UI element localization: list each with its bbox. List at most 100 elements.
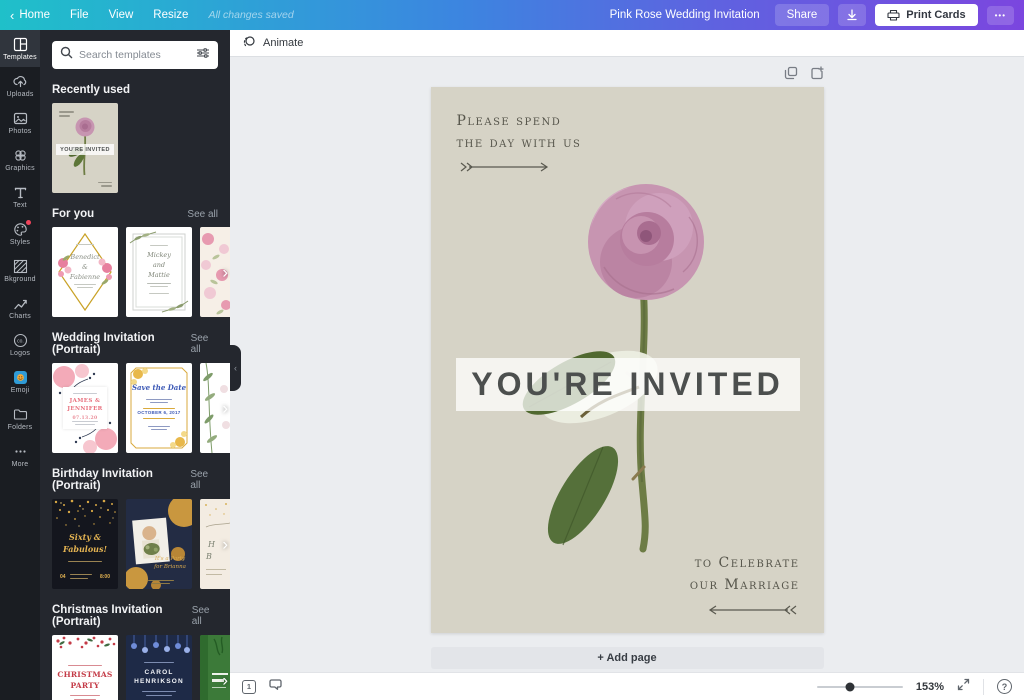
invitation-top-text[interactable]: Please spend the day with us [457,111,582,154]
template-thumb-carol-henrikson[interactable]: CAROL HENRIKSON [126,635,192,700]
more-options-button[interactable]: ••• [987,6,1014,25]
sidebar-item-more[interactable]: More [0,437,40,474]
template-thumb-save-the-date[interactable]: Save the Date OCTOBER 6, 2017 [126,363,192,453]
section-birthday: Birthday Invitation (Portrait) See all [52,468,218,492]
arrow-left-ornament-icon[interactable] [703,603,798,621]
arrow-right-ornament-icon[interactable] [459,160,554,178]
download-button[interactable] [838,4,866,26]
sidebar-item-background[interactable]: Bkground [0,252,40,289]
rail-label: Logos [10,350,30,357]
text-icon [13,185,28,200]
template-thumb-pink-rose[interactable]: YOU'RE INVITED [52,103,118,193]
design-page[interactable]: Please spend the day with us YOU'RE INVI… [431,87,824,633]
search-box[interactable] [52,41,218,69]
mini-date: OCTOBER 6, 2017 [126,410,192,415]
zoom-level[interactable]: 153% [916,681,944,693]
birthday-row: Sixty & Fabulous! 04 8:00 [40,499,230,589]
search-input[interactable] [79,49,190,61]
sidebar-item-text[interactable]: Text [0,178,40,215]
templates-panel: Recently used YOU'RE INVITED [40,30,230,700]
page-actions [431,66,824,81]
mini-title: CAROL HENRIKSON [126,668,192,687]
sidebar-item-styles[interactable]: Styles [0,215,40,252]
page-manager-button[interactable]: 1 [242,680,256,694]
editor-main: Animate [230,30,1024,700]
status-bar: 1 153% ? [230,672,1024,700]
template-thumb-partial-green[interactable] [200,635,230,700]
template-thumb-brianna[interactable]: It's a Party for Brianna [126,499,192,589]
carousel-next-button[interactable]: › [222,536,228,553]
home-button[interactable]: ‹ Home [10,9,50,22]
rail-label: Charts [9,313,31,320]
upload-cloud-icon [13,74,28,89]
mini-script-title: It's a Party for Brianna [150,555,190,572]
gold-circles-photo-graphic [126,499,192,589]
rail-label: More [12,461,29,468]
filter-sliders-icon[interactable] [196,46,210,64]
zoom-slider[interactable] [817,686,903,688]
print-cards-button[interactable]: Print Cards [875,4,977,26]
template-thumb-mickey[interactable]: Mickey and Mattie [126,227,192,317]
carousel-next-button[interactable]: › [222,672,228,689]
template-thumb-christmas-party[interactable]: CHRISTMAS PARTY [52,635,118,700]
invitation-bottom-text[interactable]: to Celebrate our Marriage [690,553,800,596]
see-all-link[interactable]: See all [191,333,218,355]
carousel-next-button[interactable]: › [222,400,228,417]
section-title: Christmas Invitation (Portrait) [52,604,192,628]
sidebar-item-templates[interactable]: Templates [0,30,40,67]
menu-resize[interactable]: Resize [153,9,188,21]
sidebar-item-logos[interactable]: co. Logos [0,326,40,363]
section-title: Wedding Invitation (Portrait) [52,332,191,356]
sidebar-item-photos[interactable]: Photos [0,104,40,141]
sidebar-item-graphics[interactable]: Graphics [0,141,40,178]
template-thumb-james-jennifer[interactable]: JAMES & JENNIFER 07.13.20 [52,363,118,453]
back-chevron-icon: ‹ [10,9,14,22]
divider [983,679,984,695]
menu-file[interactable]: File [70,9,89,21]
menu-view[interactable]: View [109,9,134,21]
see-all-link[interactable]: See all [187,209,218,220]
sidebar-item-uploads[interactable]: Uploads [0,67,40,104]
template-thumb-sixty-fabulous[interactable]: Sixty & Fabulous! 04 8:00 [52,499,118,589]
canvas-area[interactable]: Please spend the day with us YOU'RE INVI… [230,57,1024,672]
background-texture-icon [13,259,28,274]
carousel-next-button[interactable]: › [222,264,228,281]
svg-text:B: B [205,552,212,561]
notes-icon[interactable] [268,677,283,696]
section-christmas: Christmas Invitation (Portrait) See all [52,604,218,628]
templates-icon [13,37,28,52]
section-recently-used: Recently used [52,84,218,96]
template-thumb-benedict[interactable]: Benedict & Fabienne [52,227,118,317]
fullscreen-icon[interactable] [957,678,970,696]
mini-script-title: Sixty & Fabulous! [52,531,118,555]
mini-center-box: JAMES & JENNIFER 07.13.20 [63,387,107,429]
animate-icon [242,35,256,52]
share-button[interactable]: Share [775,4,830,26]
see-all-link[interactable]: See all [192,605,218,627]
invitation-headline[interactable]: YOU'RE INVITED [456,358,800,411]
logos-icon: co. [13,333,28,348]
animate-button[interactable]: Animate [263,37,303,49]
rail-label: Uploads [6,91,33,98]
sidebar-item-emoji[interactable]: Emoji [0,363,40,400]
print-cards-label: Print Cards [906,9,965,21]
panel-collapse-button[interactable]: ‹ [230,345,241,391]
zoom-slider-handle[interactable] [845,682,854,691]
help-button[interactable]: ? [997,679,1012,694]
add-page-icon[interactable] [810,66,824,81]
mini-day-number: 04 [60,574,66,580]
add-page-button[interactable]: + Add page [431,647,824,669]
document-title[interactable]: Pink Rose Wedding Invitation [610,9,760,21]
mini-names: JENNIFER [63,406,107,414]
section-wedding: Wedding Invitation (Portrait) See all [52,332,218,356]
rail-label: Templates [3,54,37,61]
workspace: Templates Uploads Photos Graphics Text [0,30,1024,700]
sidebar-item-folders[interactable]: Folders [0,400,40,437]
sidebar-item-charts[interactable]: Charts [0,289,40,326]
duplicate-page-icon[interactable] [784,66,798,81]
rail-label: Graphics [5,165,35,172]
more-ellipsis-icon [13,444,28,459]
see-all-link[interactable]: See all [190,469,218,491]
folder-icon [13,407,28,422]
section-title: Birthday Invitation (Portrait) [52,468,190,492]
